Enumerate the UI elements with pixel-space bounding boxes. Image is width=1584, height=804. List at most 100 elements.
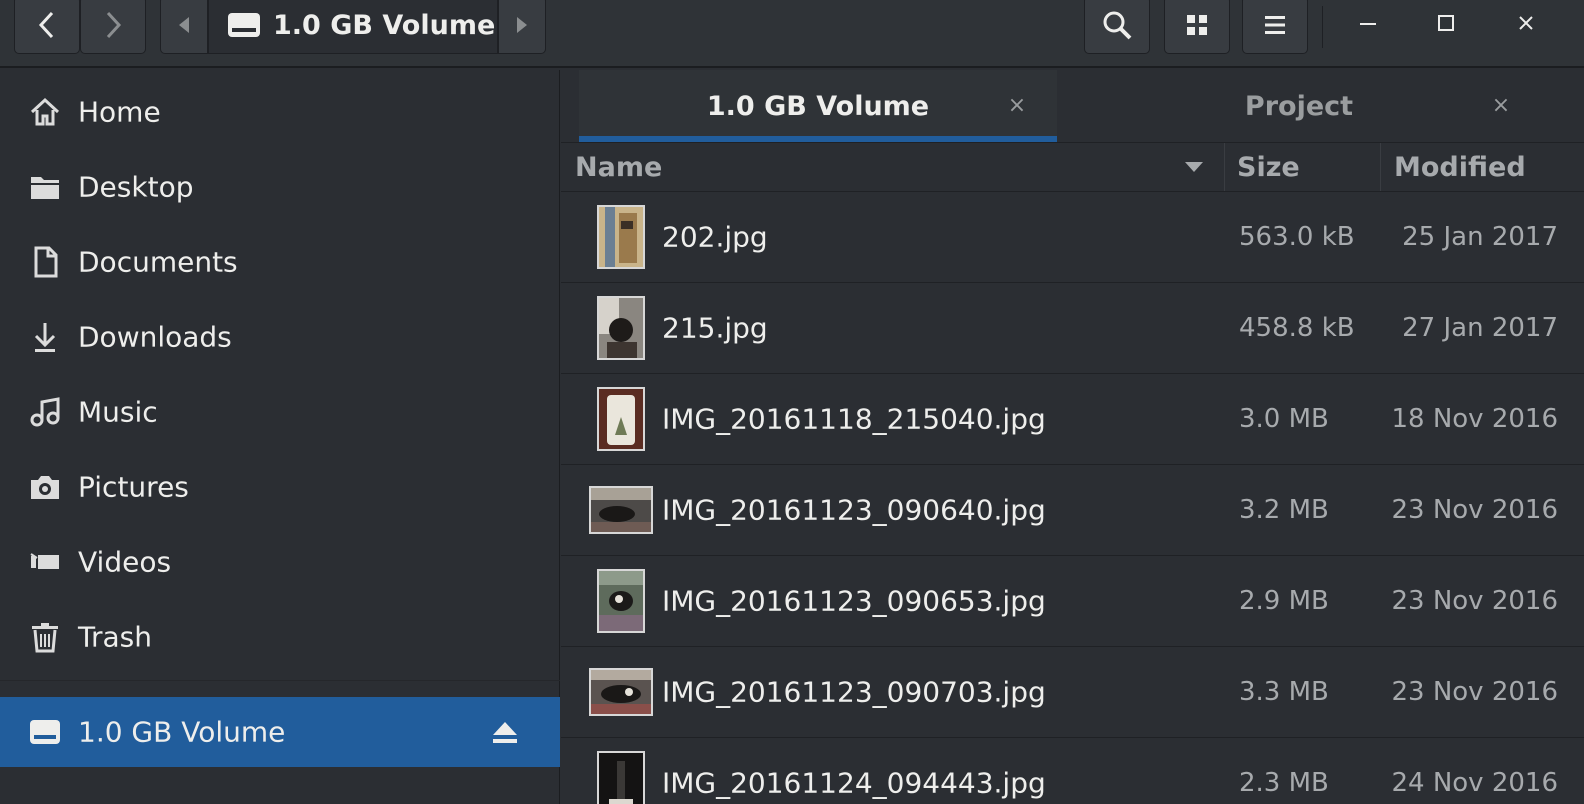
triangle-left-icon bbox=[177, 15, 191, 35]
forward-button[interactable] bbox=[80, 0, 146, 54]
file-row[interactable]: IMG_20161124_094443.jpg 2.3 MB 24 Nov 20… bbox=[561, 738, 1584, 804]
sidebar: Home Desktop Documents Downloads Music P… bbox=[0, 70, 560, 804]
image-thumbnail bbox=[597, 569, 645, 633]
triangle-right-icon bbox=[515, 15, 529, 35]
sidebar-item-label: Music bbox=[78, 395, 158, 429]
file-name: IMG_20161118_215040.jpg bbox=[662, 402, 1046, 436]
close-button[interactable] bbox=[1502, 4, 1550, 42]
tab-close-button[interactable]: × bbox=[1489, 94, 1513, 118]
minimize-button[interactable] bbox=[1344, 4, 1392, 42]
menu-button[interactable] bbox=[1242, 0, 1308, 54]
file-modified: 18 Nov 2016 bbox=[1391, 404, 1558, 434]
file-size: 2.9 MB bbox=[1239, 586, 1329, 616]
file-size: 3.3 MB bbox=[1239, 677, 1329, 707]
file-row[interactable]: 215.jpg 458.8 kB 27 Jan 2017 bbox=[561, 283, 1584, 374]
sidebar-item-label: 1.0 GB Volume bbox=[78, 715, 286, 749]
image-thumbnail bbox=[597, 205, 645, 269]
file-name: IMG_20161123_090640.jpg bbox=[662, 493, 1046, 527]
column-divider[interactable] bbox=[1380, 143, 1381, 191]
close-icon bbox=[1516, 13, 1536, 33]
column-divider[interactable] bbox=[1224, 143, 1225, 191]
tab-label: 1.0 GB Volume bbox=[706, 90, 930, 122]
sidebar-item-label: Documents bbox=[78, 245, 238, 279]
grid-icon bbox=[1185, 13, 1209, 37]
sidebar-item-label: Downloads bbox=[78, 320, 232, 354]
column-modified[interactable]: Modified bbox=[1394, 143, 1526, 191]
sidebar-separator bbox=[0, 680, 560, 681]
sort-descending-icon[interactable] bbox=[1183, 159, 1205, 175]
file-modified: 23 Nov 2016 bbox=[1391, 677, 1558, 707]
sidebar-item-volume[interactable]: 1.0 GB Volume bbox=[0, 697, 560, 767]
maximize-button[interactable] bbox=[1422, 4, 1470, 42]
header-bar: 1.0 GB Volume bbox=[0, 0, 1584, 68]
file-modified: 23 Nov 2016 bbox=[1391, 495, 1558, 525]
file-name: IMG_20161123_090653.jpg bbox=[662, 584, 1046, 618]
sidebar-item-desktop[interactable]: Desktop bbox=[0, 152, 560, 222]
image-thumbnail bbox=[589, 486, 653, 534]
file-row[interactable]: IMG_20161123_090653.jpg 2.9 MB 23 Nov 20… bbox=[561, 556, 1584, 647]
sidebar-item-label: Trash bbox=[78, 620, 152, 654]
maximize-icon bbox=[1436, 13, 1456, 33]
path-current-button[interactable]: 1.0 GB Volume bbox=[208, 0, 498, 54]
hamburger-menu-icon bbox=[1263, 13, 1287, 37]
file-row[interactable]: IMG_20161123_090703.jpg 3.3 MB 23 Nov 20… bbox=[561, 647, 1584, 738]
path-next-button[interactable] bbox=[498, 0, 546, 54]
camera-icon bbox=[28, 470, 62, 504]
sidebar-item-label: Pictures bbox=[78, 470, 189, 504]
file-modified: 23 Nov 2016 bbox=[1391, 586, 1558, 616]
sidebar-item-pictures[interactable]: Pictures bbox=[0, 452, 560, 522]
file-modified: 27 Jan 2017 bbox=[1402, 313, 1558, 343]
path-prev-button[interactable] bbox=[160, 0, 208, 54]
download-icon bbox=[28, 320, 62, 354]
music-icon bbox=[28, 395, 62, 429]
sidebar-item-trash[interactable]: Trash bbox=[0, 602, 560, 672]
tab-bar: 1.0 GB Volume × Project × bbox=[561, 70, 1584, 142]
file-modified: 24 Nov 2016 bbox=[1391, 768, 1558, 798]
file-name: IMG_20161124_094443.jpg bbox=[662, 766, 1046, 800]
image-thumbnail bbox=[597, 387, 645, 451]
sidebar-item-documents[interactable]: Documents bbox=[0, 227, 560, 297]
sidebar-item-home[interactable]: Home bbox=[0, 77, 560, 147]
sidebar-item-label: Videos bbox=[78, 545, 172, 579]
file-size: 2.3 MB bbox=[1239, 768, 1329, 798]
tab-close-button[interactable]: × bbox=[1005, 94, 1029, 118]
file-name: IMG_20161123_090703.jpg bbox=[662, 675, 1046, 709]
chevron-left-icon bbox=[36, 10, 58, 40]
eject-icon[interactable] bbox=[490, 717, 520, 747]
file-row[interactable]: IMG_20161118_215040.jpg 3.0 MB 18 Nov 20… bbox=[561, 374, 1584, 465]
column-name[interactable]: Name bbox=[575, 143, 662, 191]
file-list: 202.jpg 563.0 kB 25 Jan 2017 215.jpg 458… bbox=[561, 192, 1584, 804]
column-header: Name Size Modified bbox=[561, 142, 1584, 192]
video-icon bbox=[28, 545, 62, 579]
search-button[interactable] bbox=[1084, 0, 1150, 54]
search-icon bbox=[1101, 9, 1133, 41]
tab-project[interactable]: Project × bbox=[1057, 70, 1541, 142]
file-modified: 25 Jan 2017 bbox=[1402, 222, 1558, 252]
document-icon bbox=[28, 245, 62, 279]
tab-label: Project bbox=[1244, 90, 1354, 122]
sidebar-item-videos[interactable]: Videos bbox=[0, 527, 560, 597]
tab-volume[interactable]: 1.0 GB Volume × bbox=[579, 70, 1057, 142]
column-size[interactable]: Size bbox=[1237, 143, 1300, 191]
file-size: 3.0 MB bbox=[1239, 404, 1329, 434]
main-content: 1.0 GB Volume × Project × Name Size Modi… bbox=[561, 70, 1584, 804]
sidebar-item-label: Home bbox=[78, 95, 161, 129]
file-row[interactable]: 202.jpg 563.0 kB 25 Jan 2017 bbox=[561, 192, 1584, 283]
header-separator bbox=[1322, 6, 1323, 48]
view-toggle-button[interactable] bbox=[1164, 0, 1230, 54]
file-name: 202.jpg bbox=[662, 220, 768, 254]
trash-icon bbox=[28, 620, 62, 654]
sidebar-item-music[interactable]: Music bbox=[0, 377, 560, 447]
drive-icon bbox=[227, 11, 261, 39]
path-label: 1.0 GB Volume bbox=[273, 9, 496, 41]
chevron-right-icon bbox=[102, 10, 124, 40]
home-icon bbox=[28, 95, 62, 129]
file-name: 215.jpg bbox=[662, 311, 768, 345]
sidebar-item-label: Desktop bbox=[78, 170, 194, 204]
back-button[interactable] bbox=[14, 0, 80, 54]
file-size: 458.8 kB bbox=[1239, 313, 1355, 343]
image-thumbnail bbox=[597, 296, 645, 360]
sidebar-item-downloads[interactable]: Downloads bbox=[0, 302, 560, 372]
file-size: 3.2 MB bbox=[1239, 495, 1329, 525]
file-row[interactable]: IMG_20161123_090640.jpg 3.2 MB 23 Nov 20… bbox=[561, 465, 1584, 556]
